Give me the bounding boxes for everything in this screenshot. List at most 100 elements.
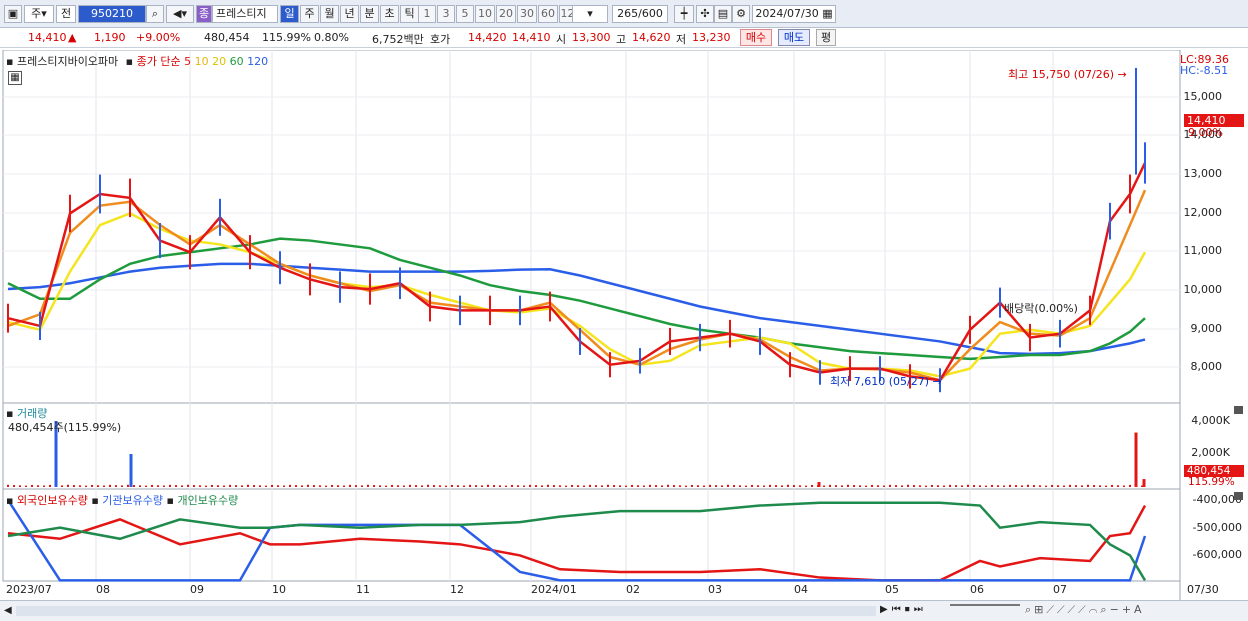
period-tab-0[interactable]: 일	[280, 5, 299, 23]
x-axis-label: 06	[970, 583, 984, 596]
low-annotation: 최저 7,610 (05/27) →	[830, 375, 942, 388]
toolbar: ▣ 주▾ 전 950210 ⌕ ◀▾ 종 프레스티지 일주월년분초틱 1 3 5 10…	[0, 0, 1248, 28]
count-total: /600	[638, 7, 663, 20]
zoom-slider[interactable]	[950, 604, 1020, 616]
volume: 480,454	[204, 31, 250, 44]
x-axis-label: 12	[450, 583, 464, 596]
individual-holdings-line	[7, 501, 1147, 581]
interval-button-4[interactable]: 20	[496, 5, 516, 23]
drawing-tools[interactable]: ⌕⊞⟋⟋⟋⟋⌒⌕−+A	[1025, 603, 1145, 617]
amount: 6,752백만	[372, 33, 424, 46]
x-axis-label: 2024/01	[531, 583, 577, 596]
date-value: 2024/07/30	[755, 7, 819, 20]
period-tab-6[interactable]: 틱	[400, 5, 419, 23]
legend-bullet-icon: ▪	[6, 494, 14, 507]
volume-tick: 4,000K	[1191, 414, 1230, 427]
period-tab-5[interactable]: 초	[380, 5, 399, 23]
change-pct: +9.00%	[136, 31, 181, 44]
open-price: 13,300	[572, 31, 611, 44]
volume-pct: 115.99%	[262, 31, 311, 44]
search-icon[interactable]: ⌕	[146, 5, 164, 23]
ma10-label: 10	[194, 55, 209, 68]
holdings-tick: -600,000	[1192, 548, 1242, 561]
volume-pct-tag: 115.99%	[1188, 476, 1235, 488]
stock-title: 프레스티지바이오파마	[16, 55, 119, 68]
period-tab-2[interactable]: 월	[320, 5, 339, 23]
group-button[interactable]: 종	[196, 5, 212, 23]
x-axis-label: 02	[626, 583, 640, 596]
price-tick: 10,000	[1183, 283, 1223, 296]
save-icon[interactable]: ▤	[714, 5, 732, 23]
hc-label: HC:-8.51	[1180, 64, 1229, 77]
current-pct-tag: 9.00%	[1188, 126, 1223, 139]
scroll-track[interactable]	[16, 606, 876, 616]
gear-icon[interactable]: ⚙	[732, 5, 750, 23]
ma20-label: 20	[212, 55, 227, 68]
low-annotation-text: 최저 7,610 (05/27)	[830, 375, 930, 388]
pane-close-icon[interactable]	[1234, 406, 1243, 414]
x-axis-label: 07/30	[1187, 583, 1219, 596]
hoga-label: 호가	[430, 33, 451, 46]
ma60-line	[7, 237, 1146, 361]
period-tab-1[interactable]: 주	[300, 5, 319, 23]
x-axis-label: 07	[1053, 583, 1067, 596]
count-dropdown[interactable]: ▾	[572, 5, 608, 23]
cross-icon[interactable]: ✣	[696, 5, 714, 23]
speaker-icon[interactable]: ◀▾	[166, 5, 194, 23]
x-axis-label: 04	[794, 583, 808, 596]
ma120-label: 120	[247, 55, 269, 68]
legend-bullet-icon: ▪	[6, 55, 14, 68]
legend-bullet-icon: ▪	[125, 55, 134, 68]
ma10-line	[7, 189, 1147, 382]
layout-icon[interactable]: ▣	[4, 5, 22, 23]
table-icon[interactable]: ▦	[8, 71, 22, 85]
foreign-holdings-line	[7, 504, 1147, 582]
volume-value: 480,454주(115.99%)	[8, 421, 122, 434]
mode-select[interactable]: 주▾	[24, 5, 54, 23]
playback-controls[interactable]: ▶⏮⏹⏭	[880, 604, 927, 615]
count-display[interactable]: 265/600	[612, 5, 668, 23]
volume-tick: 2,000K	[1191, 446, 1230, 459]
period-tab-4[interactable]: 분	[360, 5, 379, 23]
turnover: 0.80%	[314, 31, 349, 44]
scroll-left-icon[interactable]: ◀	[4, 605, 12, 616]
dividend-annotation: 배당락(0.00%)	[1004, 302, 1078, 315]
x-axis-label: 08	[96, 583, 110, 596]
sell-button[interactable]: 매도	[778, 29, 810, 46]
ma120-line	[7, 262, 1146, 356]
x-axis-label: 2023/07	[6, 583, 52, 596]
prev-button[interactable]: 전	[56, 5, 76, 23]
hoga-bid: 14,410	[512, 31, 551, 44]
ma5-label: 5	[184, 55, 192, 68]
holdings-tick: -500,000	[1192, 521, 1242, 534]
x-axis-label: 03	[708, 583, 722, 596]
x-axis-label: 09	[190, 583, 204, 596]
price-tick: 11,000	[1183, 244, 1223, 257]
period-tab-3[interactable]: 년	[340, 5, 359, 23]
interval-button-1[interactable]: 3	[437, 5, 455, 23]
interval-button-2[interactable]: 5	[456, 5, 474, 23]
buy-button[interactable]: 매수	[740, 29, 772, 46]
code-input[interactable]: 950210	[78, 5, 146, 23]
price-tick: 15,000	[1183, 90, 1223, 103]
interval-button-5[interactable]: 30	[517, 5, 537, 23]
eval-button[interactable]: 평	[816, 29, 836, 46]
institution-label: 기관보유수량	[102, 494, 164, 507]
volume-pane-frame	[2, 402, 1181, 490]
price-tick: 8,000	[1190, 360, 1223, 373]
x-axis-label: 05	[885, 583, 899, 596]
scroll-bar: ◀ ▶⏮⏹⏭ ⌕⊞⟋⟋⟋⟋⌒⌕−+A	[0, 600, 1248, 621]
high-price: 14,620	[632, 31, 671, 44]
mode-value: 주	[31, 7, 42, 20]
interval-button-3[interactable]: 10	[475, 5, 495, 23]
individual-label: 개인보유수량	[177, 494, 239, 507]
date-input[interactable]: 2024/07/30 ▦	[752, 5, 836, 23]
legend-bullet-icon: ▪	[166, 494, 174, 507]
candle-icon[interactable]: ┿	[674, 5, 694, 23]
interval-button-6[interactable]: 60	[538, 5, 558, 23]
interval-button-0[interactable]: 1	[418, 5, 436, 23]
ma60-label: 60	[229, 55, 244, 68]
price-tick: 9,000	[1190, 322, 1223, 335]
pane-close-icon[interactable]	[1234, 492, 1243, 500]
low-label: 저	[676, 33, 687, 46]
